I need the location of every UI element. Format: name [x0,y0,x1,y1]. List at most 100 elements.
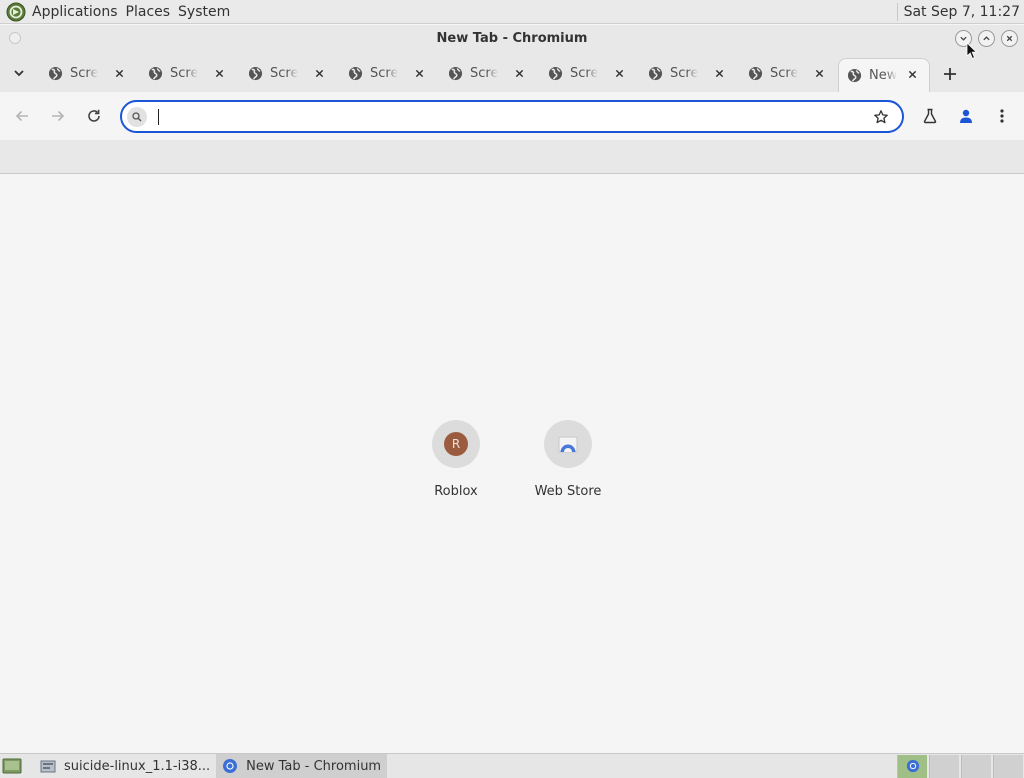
tab[interactable]: Screenshot [640,58,736,88]
browser-toolbar [0,92,1024,174]
taskbar-item-label: suicide-linux_1.1-i38... [64,758,211,774]
close-icon [1006,35,1013,42]
tab[interactable]: Screenshot [40,58,136,88]
close-icon [615,69,623,77]
reload-icon [88,109,100,122]
desktop-icon [2,758,22,774]
maximize-button[interactable] [978,30,995,47]
tab-title: Screenshot [170,65,198,81]
tab[interactable]: Screenshot [440,58,536,88]
text-caret [158,109,159,125]
close-icon [908,70,916,78]
tab-close-button[interactable] [112,66,126,80]
tab-title: Screenshot [370,65,398,81]
globe-icon [248,66,263,80]
reload-button[interactable] [82,104,106,128]
close-window-button[interactable] [1001,30,1018,47]
window-titlebar[interactable]: New Tab - Chromium [0,25,1024,52]
globe-icon [148,66,163,80]
tab-close-button[interactable] [905,67,919,81]
new-tab-page: R Roblox Web Store [0,175,1024,753]
tab-title: Screenshot [670,65,698,81]
tab-close-button[interactable] [412,66,426,80]
tab[interactable]: Screenshot [340,58,436,88]
bottom-taskbar: suicide-linux_1.1-i38... New Tab - Chrom… [0,753,1024,778]
taskbar-item-package[interactable]: suicide-linux_1.1-i38... [34,754,216,778]
back-button[interactable] [10,104,34,128]
roblox-letter-icon: R [444,432,468,456]
taskbar-item-chromium[interactable]: New Tab - Chromium [216,754,388,778]
address-bar[interactable] [120,100,904,133]
address-input[interactable] [156,105,856,129]
tab-close-button[interactable] [312,66,326,80]
shortcut-label: Web Store [534,484,602,499]
labs-button[interactable] [918,104,942,128]
shortcut-roblox[interactable]: R Roblox [400,420,512,510]
tab[interactable]: Screenshot [240,58,336,88]
package-icon [40,760,56,773]
chevron-up-icon [983,36,990,41]
bookmark-star-button[interactable] [872,108,890,126]
workspace-1[interactable] [897,755,927,778]
window-menu-icon[interactable] [9,32,21,44]
tab[interactable]: Screenshot [140,58,236,88]
new-tab-button[interactable] [938,62,962,86]
web-store-icon [558,436,578,453]
toolbar-row [0,92,1024,140]
chromium-icon [223,759,238,773]
os-logo-icon[interactable] [5,1,27,23]
arrow-right-icon [52,110,65,122]
star-icon [874,110,888,124]
menu-applications[interactable]: Applications [28,4,122,20]
globe-icon [648,66,663,80]
tab[interactable]: Screenshot [740,58,836,88]
kebab-menu-icon [1000,109,1004,123]
shortcut-web-store[interactable]: Web Store [512,420,624,510]
forward-button[interactable] [46,104,70,128]
show-desktop-button[interactable] [0,754,24,778]
globe-icon [548,66,563,80]
tab-close-button[interactable] [712,66,726,80]
shortcut-tile [544,420,592,468]
tab-title: New Tab [869,68,897,83]
tab-close-button[interactable] [212,66,226,80]
shortcut-label: Roblox [434,484,478,499]
tab-close-button[interactable] [812,66,826,80]
workspace-3[interactable] [961,755,991,778]
tab-title: Screenshot [570,65,598,81]
chevron-down-icon [14,70,24,77]
clock[interactable]: Sat Sep 7, 11:27 [904,4,1024,20]
workspace-2[interactable] [929,755,959,778]
window-title: New Tab - Chromium [436,31,588,46]
person-icon [960,109,972,123]
plus-icon [944,68,956,80]
menu-button[interactable] [990,104,1014,128]
top-panel: Applications Places System Sat Sep 7, 11… [0,0,1024,24]
globe-icon [448,66,463,80]
flask-icon [923,108,937,124]
close-icon [415,69,423,77]
close-icon [715,69,723,77]
menu-places[interactable]: Places [122,4,175,20]
close-icon [315,69,323,77]
workspace-4[interactable] [993,755,1023,778]
close-icon [215,69,223,77]
close-icon [815,69,823,77]
tab-strip: Screenshot Screenshot Screenshot Screenshot… [0,52,1024,92]
tab[interactable]: Screenshot [540,58,636,88]
tab-title: Screenshot [770,65,798,81]
tab-title: Screenshot [470,65,498,81]
tab-close-button[interactable] [512,66,526,80]
profile-button[interactable] [954,104,978,128]
tab-close-button[interactable] [612,66,626,80]
window-controls [955,30,1018,47]
globe-icon [48,66,63,80]
menu-system[interactable]: System [174,4,234,20]
taskbar-item-label: New Tab - Chromium [246,758,382,774]
globe-icon [847,68,862,83]
tab-search-button[interactable] [8,62,30,84]
tab-title: Screenshot [70,65,98,81]
globe-icon [748,66,763,80]
shortcut-tile: R [432,420,480,468]
tab-active[interactable]: New Tab [838,58,930,92]
